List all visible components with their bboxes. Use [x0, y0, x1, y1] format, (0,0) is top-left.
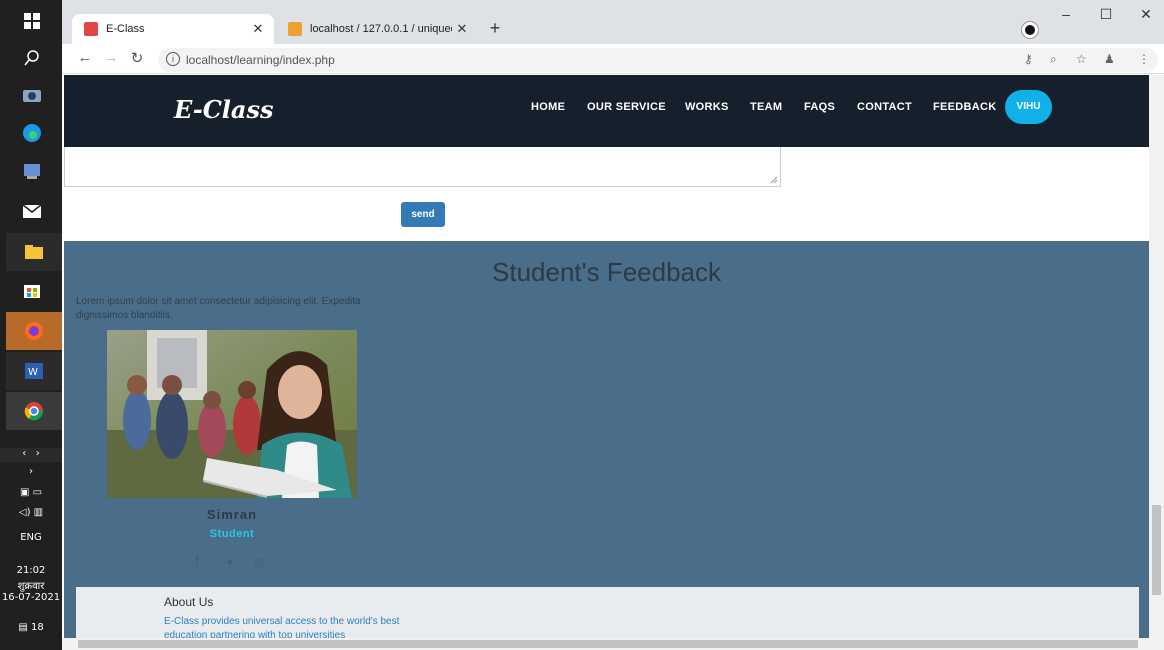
- nav-faqs[interactable]: FAQS: [804, 101, 835, 113]
- address-bar[interactable]: i localhost/learning/index.php ⚷ ⌕ ☆ ♟ ⋮: [158, 48, 1158, 72]
- browser-toolbar: ← → ↻ i localhost/learning/index.php ⚷ ⌕…: [62, 44, 1164, 74]
- star-icon[interactable]: ☆: [1076, 52, 1087, 66]
- zoom-icon[interactable]: ⌕: [1050, 52, 1057, 67]
- scrollbar-thumb[interactable]: [1152, 505, 1161, 595]
- close-tab-icon[interactable]: ✕: [452, 21, 472, 37]
- windows-taskbar: W ‹ › › ▣ ▭ ◁) ▥ ENG 21:02 शुक्रवार 16-0…: [0, 0, 62, 650]
- search-icon[interactable]: [19, 45, 45, 71]
- tab-eclass[interactable]: E-Class ✕: [72, 14, 274, 44]
- page-viewport: E-Class HOME OUR SERVICE WORKS TEAM FAQS…: [64, 75, 1149, 640]
- chrome-icon[interactable]: [6, 392, 62, 430]
- site-info-icon[interactable]: i: [166, 52, 180, 66]
- about-title: About Us: [164, 595, 214, 609]
- tab-phpmyadmin[interactable]: localhost / 127.0.0.1 / uniquede… ✕: [276, 14, 478, 44]
- windows-icon[interactable]: [19, 8, 45, 34]
- nav-feedback[interactable]: FEEDBACK: [933, 101, 997, 113]
- svg-text:W: W: [28, 367, 38, 378]
- user-button[interactable]: VIHU: [1005, 90, 1052, 124]
- clock-date: 16-07-2021: [1, 592, 61, 603]
- send-button[interactable]: send: [401, 202, 445, 227]
- feedback-section: Student's Feedback Lorem ipsum dolor sit…: [64, 241, 1149, 640]
- reload-button[interactable]: ↻: [126, 49, 148, 69]
- student-photo: [107, 330, 357, 498]
- resize-handle-icon[interactable]: [770, 176, 778, 184]
- store-icon[interactable]: [19, 277, 45, 303]
- tray-icons[interactable]: ▣ ▭: [0, 487, 62, 498]
- clock-day: शुक्रवार: [17, 581, 45, 592]
- about-text: E-Class provides universal access to the…: [164, 616, 400, 640]
- instagram-icon[interactable]: ◎: [252, 556, 266, 570]
- eclass-favicon-icon: [84, 22, 98, 36]
- taskbar-scroll[interactable]: ‹ ›: [0, 448, 62, 462]
- profile-icon[interactable]: [1022, 22, 1038, 38]
- notification-icon[interactable]: ▤ 18: [0, 622, 62, 633]
- phpmyadmin-favicon-icon: [288, 22, 302, 36]
- camera-icon[interactable]: [19, 82, 45, 108]
- feedback-title: Student's Feedback: [492, 257, 721, 287]
- nav-home[interactable]: HOME: [531, 101, 565, 113]
- horizontal-scrollbar[interactable]: [62, 638, 1164, 650]
- mail-icon[interactable]: [19, 198, 45, 224]
- forward-button[interactable]: →: [100, 49, 122, 69]
- browser-window: E-Class ✕ localhost / 127.0.0.1 / unique…: [62, 0, 1164, 650]
- vertical-scrollbar[interactable]: [1149, 75, 1164, 640]
- student-name: Simran: [206, 507, 258, 522]
- twitter-icon[interactable]: ✦: [223, 556, 237, 570]
- tab-title: localhost / 127.0.0.1 / uniquede…: [310, 23, 452, 35]
- nav-contact[interactable]: CONTACT: [857, 101, 912, 113]
- facebook-icon[interactable]: f: [190, 556, 204, 570]
- scrollbar-thumb[interactable]: [78, 640, 1138, 648]
- tab-title: E-Class: [106, 23, 145, 35]
- site-navbar: E-Class HOME OUR SERVICE WORKS TEAM FAQS…: [64, 75, 1149, 147]
- about-us-box: About Us E-Class provides universal acce…: [76, 587, 1139, 640]
- nav-team[interactable]: TEAM: [750, 101, 782, 113]
- clock-time[interactable]: 21:02: [0, 565, 62, 576]
- nav-works[interactable]: WORKS: [685, 101, 729, 113]
- word-icon[interactable]: W: [6, 352, 62, 390]
- message-textarea[interactable]: [64, 147, 781, 187]
- key-icon[interactable]: ⚷: [1024, 52, 1033, 66]
- feedback-description: Lorem ipsum dolor sit amet consectetur a…: [76, 296, 361, 321]
- notification-count: 18: [30, 622, 44, 633]
- app-icon[interactable]: [19, 158, 45, 184]
- language-indicator[interactable]: ENG: [0, 532, 62, 543]
- file-explorer-icon[interactable]: [6, 233, 62, 271]
- tab-strip: E-Class ✕ localhost / 127.0.0.1 / unique…: [62, 0, 1164, 44]
- minimize-button[interactable]: –: [1048, 6, 1084, 22]
- student-role: Student: [209, 528, 255, 540]
- volume-icon[interactable]: ◁) ▥: [0, 507, 62, 518]
- edge-icon[interactable]: [19, 120, 45, 146]
- nav-our-service[interactable]: OUR SERVICE: [587, 101, 666, 113]
- menu-icon[interactable]: ⋮: [1138, 52, 1150, 66]
- maximize-button[interactable]: ☐: [1088, 6, 1124, 23]
- extension-icon[interactable]: ♟: [1104, 52, 1115, 66]
- firefox-icon[interactable]: [6, 312, 62, 350]
- address-url: localhost/learning/index.php: [186, 53, 335, 67]
- close-tab-icon[interactable]: ✕: [248, 21, 268, 37]
- chevron-up-icon[interactable]: ›: [0, 466, 62, 477]
- close-window-button[interactable]: ✕: [1128, 6, 1164, 23]
- site-logo[interactable]: E-Class: [174, 95, 274, 124]
- new-tab-button[interactable]: +: [484, 18, 506, 40]
- back-button[interactable]: ←: [74, 49, 96, 69]
